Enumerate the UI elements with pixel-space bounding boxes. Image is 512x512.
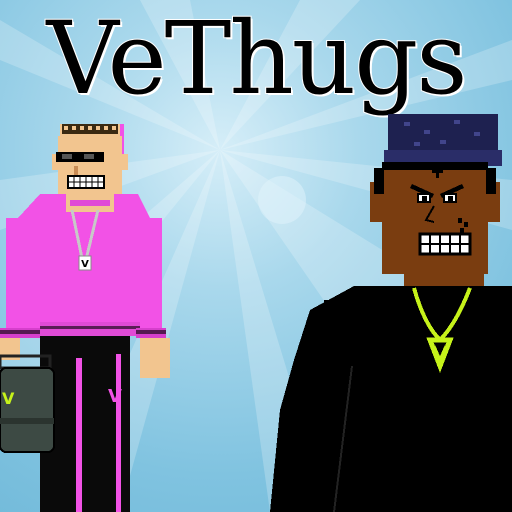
pink-hoodie-character: V V V — [0, 124, 170, 512]
black-hoodie-character — [270, 114, 512, 512]
pants-logo: V — [108, 386, 122, 407]
face — [382, 162, 488, 274]
right-hand — [140, 338, 170, 378]
briefcase-logo: V — [2, 389, 15, 408]
chain-pendant: V — [81, 259, 89, 270]
black-hoodie — [270, 286, 512, 512]
briefcase — [0, 367, 55, 453]
game-title: VeThugs — [45, 0, 468, 118]
game-scene: VeThugs V V V — [0, 0, 512, 512]
